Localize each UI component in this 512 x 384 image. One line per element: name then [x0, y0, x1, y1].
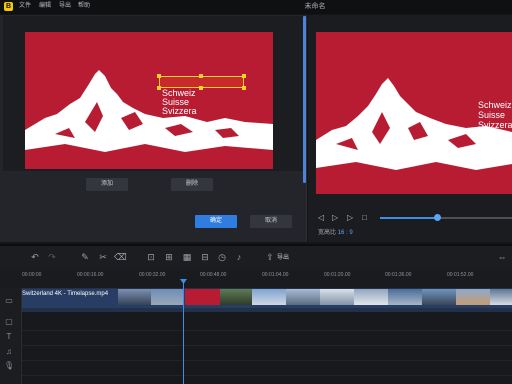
resize-handle[interactable] — [199, 86, 203, 90]
ruler-tick: 00:00:32.00 — [139, 272, 166, 278]
ruler-tick: 00:00:00 — [22, 272, 42, 278]
delete-button[interactable]: 删除 — [171, 178, 213, 191]
record-icon[interactable]: ⊟ — [199, 251, 211, 263]
speed-icon[interactable]: ◷ — [216, 251, 228, 263]
frame-text-line: Schweiz — [162, 88, 196, 98]
redo-icon[interactable]: ↷ — [46, 251, 58, 263]
mic-icon[interactable]: ♪ — [233, 251, 245, 263]
export-icon[interactable]: ⇪ — [264, 251, 276, 263]
frame-text-line: Suisse — [162, 97, 190, 107]
clip-thumbnail — [151, 289, 184, 305]
matterhorn-image — [25, 70, 273, 169]
preview-text-line: Schweiz — [478, 100, 512, 110]
transform-icon[interactable]: ⊞ — [163, 251, 175, 263]
clip-thumbnail — [422, 289, 456, 305]
aspect-ratio-value[interactable]: 16 : 9 — [338, 230, 353, 236]
resize-handle[interactable] — [242, 74, 246, 78]
confirm-button[interactable]: 确定 — [195, 215, 237, 228]
delete-icon[interactable]: ⌫ — [114, 251, 127, 263]
video-track-icon: ▭ — [5, 296, 13, 305]
voice-track-icon: 🎙 — [4, 361, 15, 370]
clip-thumbnail — [252, 289, 286, 305]
image-track-icon: ▢ — [5, 317, 13, 326]
aspect-ratio-label: 宽高比 — [318, 230, 337, 236]
pen-icon[interactable]: ✎ — [79, 251, 91, 263]
resize-handle[interactable] — [199, 74, 203, 78]
next-frame-icon[interactable]: ▷ — [347, 213, 353, 223]
fit-zoom-icon[interactable]: ⇔ — [496, 251, 508, 263]
playhead-line[interactable] — [183, 280, 184, 384]
clip-thumbnail — [456, 289, 490, 305]
ruler-tick: 00:01:20.00 — [324, 272, 351, 278]
export-label[interactable]: 导出 — [277, 254, 289, 262]
clip-thumbnail — [320, 289, 354, 305]
resize-handle[interactable] — [157, 74, 161, 78]
play-icon[interactable]: ▷ — [332, 213, 338, 223]
track-divider — [22, 345, 512, 346]
preview-progress-fill — [380, 217, 438, 219]
clip-thumbnail — [388, 289, 422, 305]
mosaic-icon[interactable]: ▦ — [181, 251, 193, 263]
cut-icon[interactable]: ✂ — [97, 251, 109, 263]
ruler-tick: 00:00:16.00 — [77, 272, 104, 278]
frame-text-line: Svizzera — [162, 106, 197, 116]
clip-thumbnail — [118, 289, 151, 305]
preview-progress-knob[interactable] — [434, 214, 441, 221]
crop-icon[interactable]: ⊡ — [145, 251, 157, 263]
aspect-ratio[interactable]: 宽高比 16 : 9 — [318, 229, 353, 237]
resize-handle[interactable] — [157, 86, 161, 90]
clip-filename: Switzerland 4K - Timelapse.mp4 — [22, 291, 109, 297]
track-divider — [22, 360, 512, 361]
cancel-button[interactable]: 取消 — [250, 215, 292, 228]
ruler-tick: 00:01:04.00 — [262, 272, 289, 278]
clip-thumbnail — [354, 289, 388, 305]
text-track-icon: T — [6, 332, 12, 341]
prev-frame-icon[interactable]: ◁ — [318, 213, 324, 223]
dialog-frame-preview — [25, 32, 273, 169]
ruler-tick: 00:01:52.00 — [447, 272, 474, 278]
edit-toolbar — [0, 246, 512, 268]
preview-text-line: Svizzera — [478, 120, 512, 130]
clip-thumbnail — [185, 289, 220, 305]
clip-thumbnail — [286, 289, 320, 305]
track-divider — [22, 330, 512, 331]
stop-icon[interactable]: □ — [362, 213, 367, 223]
dialog-scrollbar[interactable] — [303, 16, 306, 183]
add-button[interactable]: 添加 — [86, 178, 128, 191]
clip-thumbnail — [220, 289, 252, 305]
preview-text-line: Suisse — [478, 110, 506, 120]
music-track-icon: ♫ — [6, 347, 12, 356]
ruler-tick: 00:01:36.00 — [385, 272, 412, 278]
track-divider — [22, 375, 512, 376]
clip-thumbnail — [490, 289, 512, 305]
resize-handle[interactable] — [242, 86, 246, 90]
time-ruler[interactable] — [0, 268, 512, 288]
ruler-tick: 00:00:48.00 — [200, 272, 227, 278]
window-title: 未命名 — [304, 3, 326, 10]
undo-icon[interactable]: ↶ — [29, 251, 41, 263]
